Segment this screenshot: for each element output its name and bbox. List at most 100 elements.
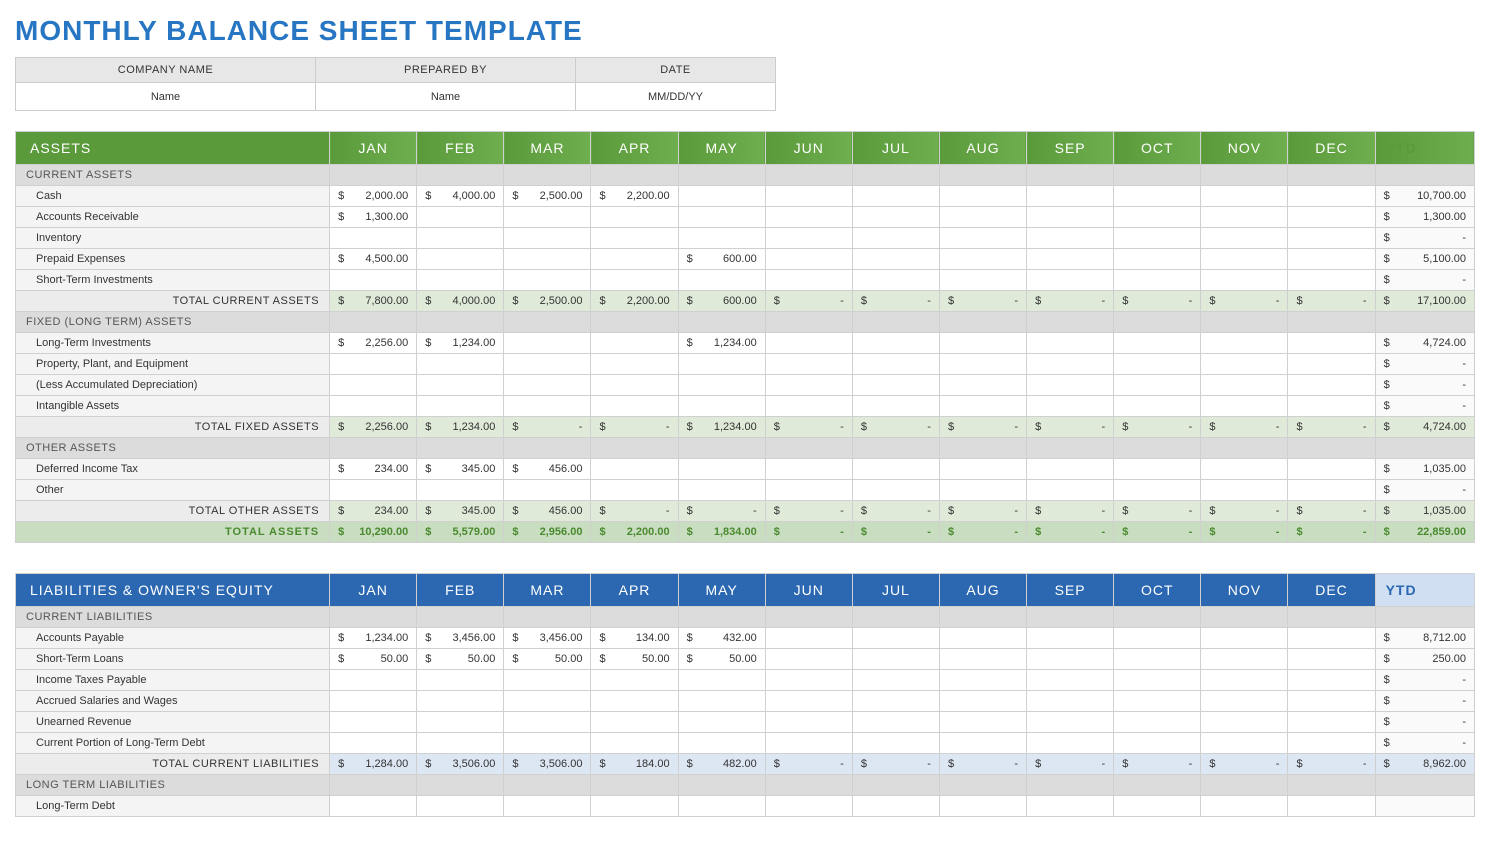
cell-value[interactable] xyxy=(1114,396,1201,417)
cell-value[interactable] xyxy=(1114,333,1201,354)
cell-value[interactable] xyxy=(939,333,1026,354)
cell-value[interactable]: $- xyxy=(1288,501,1375,522)
cell-value[interactable] xyxy=(852,459,939,480)
cell-value[interactable] xyxy=(1027,228,1114,249)
cell-value[interactable] xyxy=(1027,480,1114,501)
cell-value[interactable]: $22,859.00 xyxy=(1375,522,1474,543)
cell-value[interactable]: $- xyxy=(1027,522,1114,543)
cell-value[interactable]: $1,234.00 xyxy=(330,628,417,649)
cell-value[interactable] xyxy=(1027,712,1114,733)
cell-value[interactable] xyxy=(1114,691,1201,712)
cell-value[interactable] xyxy=(852,670,939,691)
cell-value[interactable]: $- xyxy=(1201,754,1288,775)
cell-value[interactable] xyxy=(1027,691,1114,712)
cell-value[interactable] xyxy=(939,480,1026,501)
cell-value[interactable]: $- xyxy=(1114,754,1201,775)
cell-value[interactable] xyxy=(852,649,939,670)
cell-value[interactable]: $1,300.00 xyxy=(330,207,417,228)
cell-value[interactable]: $- xyxy=(765,417,852,438)
cell-value[interactable]: $- xyxy=(852,522,939,543)
cell-value[interactable] xyxy=(591,249,678,270)
cell-value[interactable]: $- xyxy=(1114,522,1201,543)
cell-value[interactable]: $600.00 xyxy=(678,249,765,270)
cell-value[interactable] xyxy=(678,270,765,291)
cell-value[interactable]: $- xyxy=(765,522,852,543)
cell-value[interactable]: $456.00 xyxy=(504,459,591,480)
cell-value[interactable] xyxy=(1027,670,1114,691)
cell-value[interactable]: $1,300.00 xyxy=(1375,207,1474,228)
cell-value[interactable]: $- xyxy=(1114,417,1201,438)
cell-value[interactable]: $- xyxy=(1375,228,1474,249)
cell-value[interactable] xyxy=(1114,628,1201,649)
cell-value[interactable]: $- xyxy=(1375,733,1474,754)
cell-value[interactable] xyxy=(330,375,417,396)
cell-value[interactable] xyxy=(678,712,765,733)
cell-value[interactable]: $4,724.00 xyxy=(1375,333,1474,354)
cell-value[interactable] xyxy=(939,249,1026,270)
cell-value[interactable] xyxy=(417,733,504,754)
cell-value[interactable]: $- xyxy=(1027,291,1114,312)
cell-value[interactable]: $2,200.00 xyxy=(591,186,678,207)
cell-value[interactable]: $- xyxy=(678,501,765,522)
cell-value[interactable] xyxy=(1201,228,1288,249)
cell-value[interactable]: $17,100.00 xyxy=(1375,291,1474,312)
cell-value[interactable] xyxy=(1288,270,1375,291)
cell-value[interactable] xyxy=(1201,375,1288,396)
cell-value[interactable]: $- xyxy=(1201,291,1288,312)
cell-value[interactable]: $- xyxy=(1288,417,1375,438)
cell-value[interactable] xyxy=(1288,354,1375,375)
cell-value[interactable]: $- xyxy=(852,291,939,312)
cell-value[interactable]: $50.00 xyxy=(678,649,765,670)
cell-value[interactable]: $1,234.00 xyxy=(417,417,504,438)
cell-value[interactable]: $- xyxy=(1201,501,1288,522)
cell-value[interactable] xyxy=(330,691,417,712)
cell-value[interactable] xyxy=(1027,796,1114,817)
cell-value[interactable] xyxy=(1201,691,1288,712)
cell-value[interactable]: $- xyxy=(1375,670,1474,691)
cell-value[interactable]: $- xyxy=(1375,480,1474,501)
cell-value[interactable] xyxy=(417,396,504,417)
cell-value[interactable] xyxy=(504,228,591,249)
cell-value[interactable] xyxy=(678,459,765,480)
cell-value[interactable] xyxy=(1027,270,1114,291)
cell-value[interactable]: $- xyxy=(1375,691,1474,712)
cell-value[interactable] xyxy=(330,354,417,375)
cell-value[interactable] xyxy=(1288,375,1375,396)
cell-value[interactable] xyxy=(1114,480,1201,501)
cell-value[interactable] xyxy=(504,670,591,691)
cell-value[interactable] xyxy=(765,186,852,207)
cell-value[interactable] xyxy=(1201,396,1288,417)
cell-value[interactable] xyxy=(1288,733,1375,754)
cell-value[interactable] xyxy=(1114,796,1201,817)
cell-value[interactable] xyxy=(591,270,678,291)
info-value-date[interactable]: MM/DD/YY xyxy=(576,83,776,111)
cell-value[interactable] xyxy=(591,733,678,754)
cell-value[interactable]: $2,200.00 xyxy=(591,291,678,312)
cell-value[interactable]: $2,500.00 xyxy=(504,291,591,312)
cell-value[interactable]: $3,456.00 xyxy=(417,628,504,649)
cell-value[interactable]: $4,500.00 xyxy=(330,249,417,270)
cell-value[interactable] xyxy=(1114,459,1201,480)
cell-value[interactable] xyxy=(939,712,1026,733)
cell-value[interactable] xyxy=(1201,649,1288,670)
cell-value[interactable] xyxy=(852,796,939,817)
cell-value[interactable] xyxy=(591,712,678,733)
cell-value[interactable]: $- xyxy=(1201,522,1288,543)
cell-value[interactable]: $- xyxy=(939,417,1026,438)
cell-value[interactable] xyxy=(591,228,678,249)
cell-value[interactable]: $- xyxy=(939,291,1026,312)
cell-value[interactable] xyxy=(330,396,417,417)
cell-value[interactable] xyxy=(417,228,504,249)
cell-value[interactable]: $4,000.00 xyxy=(417,291,504,312)
cell-value[interactable]: $345.00 xyxy=(417,501,504,522)
cell-value[interactable] xyxy=(1027,375,1114,396)
cell-value[interactable] xyxy=(765,249,852,270)
cell-value[interactable] xyxy=(591,333,678,354)
cell-value[interactable] xyxy=(1027,333,1114,354)
cell-value[interactable] xyxy=(765,396,852,417)
cell-value[interactable] xyxy=(330,480,417,501)
cell-value[interactable] xyxy=(504,733,591,754)
cell-value[interactable]: $600.00 xyxy=(678,291,765,312)
cell-value[interactable] xyxy=(504,270,591,291)
cell-value[interactable] xyxy=(417,691,504,712)
